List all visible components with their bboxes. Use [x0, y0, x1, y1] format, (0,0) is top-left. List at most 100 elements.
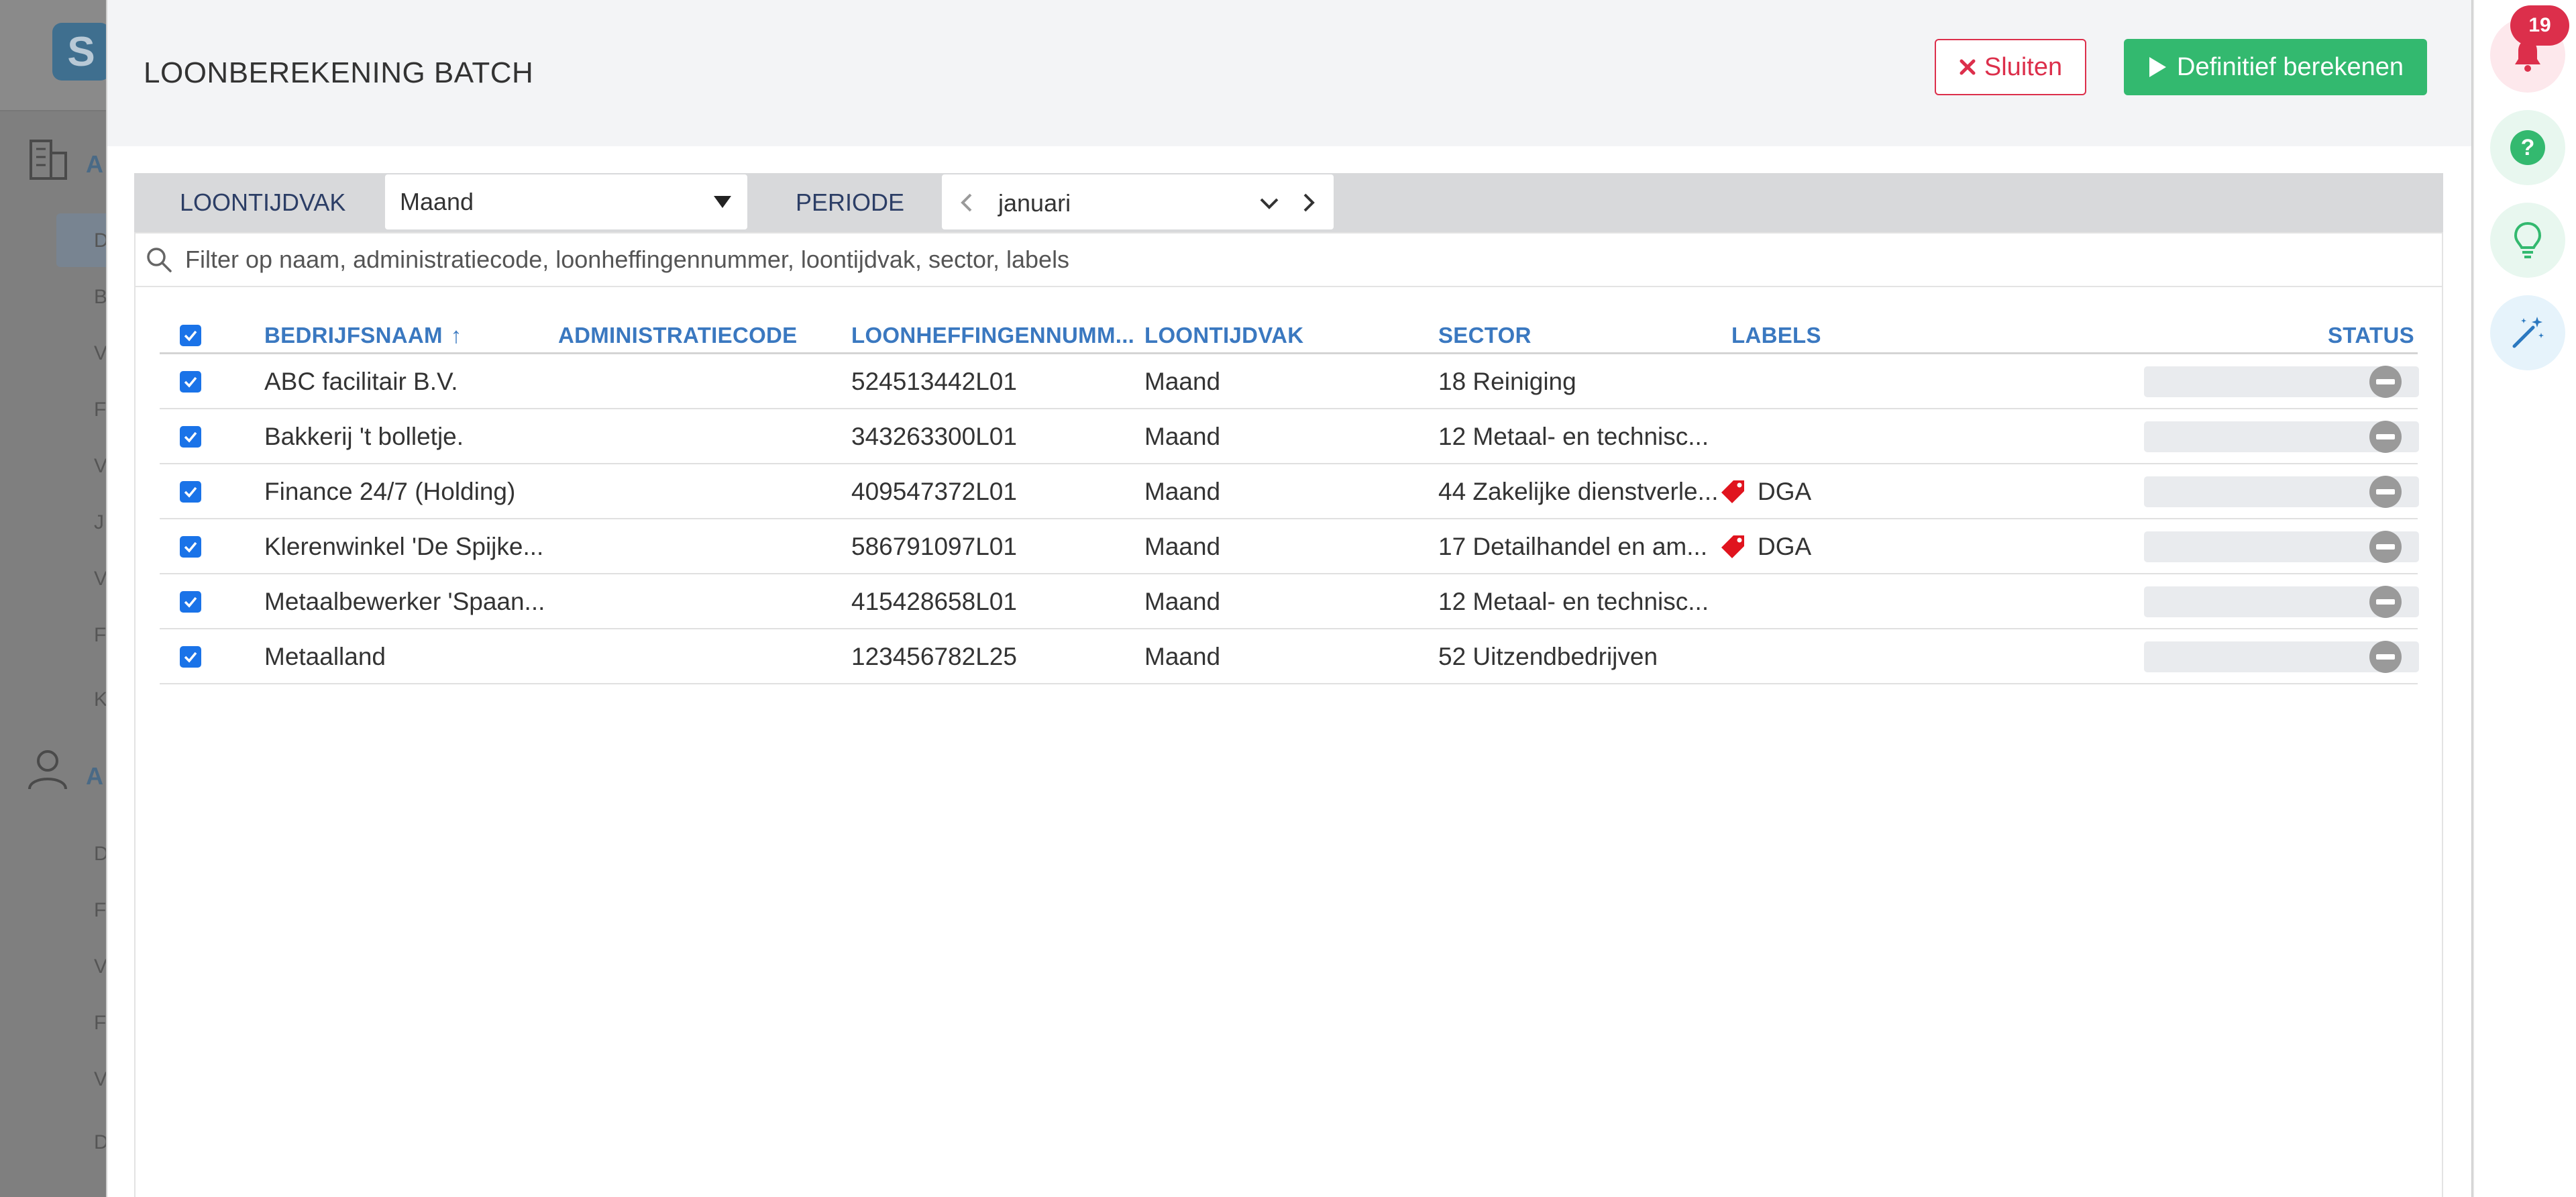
nav-sub-item: F	[94, 1012, 107, 1034]
tips-button[interactable]	[2490, 203, 2565, 278]
tag-icon	[1721, 535, 1744, 558]
label-tag: DGA	[1720, 464, 1811, 519]
cell-sector: 17 Detailhandel en am...	[1438, 533, 1708, 560]
filter-bar: LOONTIJDVAK Maand PERIODE januari	[134, 173, 2443, 232]
building-icon	[30, 140, 67, 180]
periode-value[interactable]: januari	[998, 189, 1071, 217]
user-icon	[28, 750, 67, 790]
cell-bedrijfsnaam: Finance 24/7 (Holding)	[264, 478, 516, 505]
tag-icon	[1721, 480, 1744, 503]
calculate-final-label: Definitief berekenen	[2177, 52, 2404, 81]
row-checkbox[interactable]	[180, 591, 201, 613]
search-input[interactable]	[185, 246, 2399, 274]
cell-loontijdvak: Maand	[1144, 423, 1221, 450]
status-pending-icon	[2369, 366, 2402, 398]
header-bedrijfsnaam[interactable]: BEDRIJFSNAAM ↑	[264, 317, 462, 354]
batch-modal: LOONBEREKENING BATCH Sluiten Definitief …	[106, 0, 2473, 1197]
periode-label: PERIODE	[796, 189, 905, 216]
company-table: BEDRIJFSNAAM ↑ ADMINISTRATIECODE LOONHEF…	[134, 287, 2443, 1197]
header-status[interactable]: STATUS	[2328, 317, 2414, 354]
cell-bedrijfsnaam: Bakkerij 't bolletje.	[264, 423, 464, 450]
cell-bedrijfsnaam: Metaalland	[264, 643, 386, 670]
table-row[interactable]: Klerenwinkel 'De Spijke... 586791097L01 …	[160, 519, 2419, 574]
cell-loonheffingennummer: 586791097L01	[851, 533, 1017, 560]
row-checkbox[interactable]	[180, 646, 201, 668]
table-header: BEDRIJFSNAAM ↑ ADMINISTRATIECODE LOONHEF…	[160, 317, 2418, 354]
label-text: DGA	[1758, 533, 1812, 560]
select-all-checkbox[interactable]	[180, 325, 201, 346]
chevron-right-icon[interactable]	[1301, 192, 1316, 213]
nav-sub-item: V	[94, 455, 108, 477]
row-checkbox[interactable]	[180, 371, 201, 393]
cell-loonheffingennummer: 415428658L01	[851, 588, 1017, 615]
svg-text:?: ?	[2521, 135, 2535, 160]
cell-loontijdvak: Maand	[1144, 478, 1221, 505]
table-row[interactable]: Metaalbewerker 'Spaan... 415428658L01 Ma…	[160, 574, 2419, 629]
search-bar	[134, 232, 2443, 287]
table-row[interactable]: Metaalland 123456782L25 Maand 52 Uitzend…	[160, 629, 2419, 684]
nav-sub-item: V	[94, 955, 108, 978]
nav-sub-item: F	[94, 899, 107, 921]
modal-title: LOONBEREKENING BATCH	[144, 56, 534, 89]
status-pending-icon	[2369, 586, 2402, 618]
header-loonheffingennummer[interactable]: LOONHEFFINGENNUMM...	[851, 317, 1134, 354]
sort-ascending-icon: ↑	[450, 323, 462, 348]
nav-sub-item: F	[94, 399, 107, 421]
cell-loonheffingennummer: 524513442L01	[851, 368, 1017, 395]
row-checkbox[interactable]	[180, 536, 201, 558]
label-tag: DGA	[1720, 519, 1811, 574]
status-pending-icon	[2369, 641, 2402, 673]
chevron-left-icon[interactable]	[959, 192, 974, 213]
nav-section-label: A	[86, 762, 103, 790]
cell-bedrijfsnaam: ABC facilitair B.V.	[264, 368, 458, 395]
close-button[interactable]: Sluiten	[1935, 39, 2086, 95]
modal-header: LOONBEREKENING BATCH Sluiten Definitief …	[107, 0, 2471, 146]
nav-sub-item: V	[94, 1068, 108, 1090]
nav-sub-item: K	[94, 688, 108, 711]
magic-wand-button[interactable]	[2490, 295, 2565, 370]
table-row[interactable]: Bakkerij 't bolletje. 343263300L01 Maand…	[160, 409, 2419, 464]
help-button[interactable]: ?	[2490, 110, 2565, 185]
cell-sector: 52 Uitzendbedrijven	[1438, 643, 1658, 670]
nav-sub-item: V	[94, 342, 108, 364]
cell-loontijdvak: Maand	[1144, 643, 1221, 670]
status-pending-icon	[2369, 531, 2402, 563]
nav-sub-item: J	[94, 511, 104, 533]
header-labels[interactable]: LABELS	[1731, 317, 1821, 354]
header-administratiecode[interactable]: ADMINISTRATIECODE	[558, 317, 797, 354]
notification-count-badge: 19	[2510, 5, 2569, 46]
cell-sector: 44 Zakelijke dienstverle...	[1438, 478, 1719, 505]
check-icon	[184, 431, 197, 443]
check-icon	[184, 376, 197, 388]
cell-bedrijfsnaam: Metaalbewerker 'Spaan...	[264, 588, 545, 615]
close-icon	[1960, 59, 1976, 75]
question-circle-icon: ?	[2510, 130, 2545, 165]
nav-sub-item: F	[94, 624, 107, 646]
periode-picker: januari	[942, 174, 1334, 229]
loontijdvak-select[interactable]: Maand	[385, 174, 747, 229]
cell-sector: 12 Metaal- en technisc...	[1438, 588, 1709, 615]
header-bedrijfsnaam-label: BEDRIJFSNAAM	[264, 323, 443, 348]
status-pending-icon	[2369, 421, 2402, 453]
row-checkbox[interactable]	[180, 481, 201, 503]
table-row[interactable]: Finance 24/7 (Holding) 409547372L01 Maan…	[160, 464, 2419, 519]
check-icon	[184, 330, 197, 342]
header-loontijdvak[interactable]: LOONTIJDVAK	[1144, 317, 1303, 354]
cell-bedrijfsnaam: Klerenwinkel 'De Spijke...	[264, 533, 544, 560]
magic-wand-icon	[2512, 317, 2544, 348]
caret-down-icon	[714, 196, 731, 208]
loontijdvak-label: LOONTIJDVAK	[180, 189, 346, 216]
close-button-label: Sluiten	[1984, 52, 2063, 81]
nav-section-label: A	[86, 150, 103, 178]
cell-loonheffingennummer: 409547372L01	[851, 478, 1017, 505]
label-text: DGA	[1758, 478, 1812, 505]
check-icon	[184, 652, 197, 663]
cell-sector: 18 Reiniging	[1438, 368, 1576, 395]
row-checkbox[interactable]	[180, 426, 201, 448]
calculate-final-button[interactable]: Definitief berekenen	[2124, 39, 2427, 95]
chevron-down-icon[interactable]	[1258, 196, 1280, 211]
table-row[interactable]: ABC facilitair B.V. 524513442L01 Maand 1…	[160, 354, 2419, 409]
cell-loontijdvak: Maand	[1144, 368, 1221, 395]
header-sector[interactable]: SECTOR	[1438, 317, 1532, 354]
cell-loontijdvak: Maand	[1144, 533, 1221, 560]
